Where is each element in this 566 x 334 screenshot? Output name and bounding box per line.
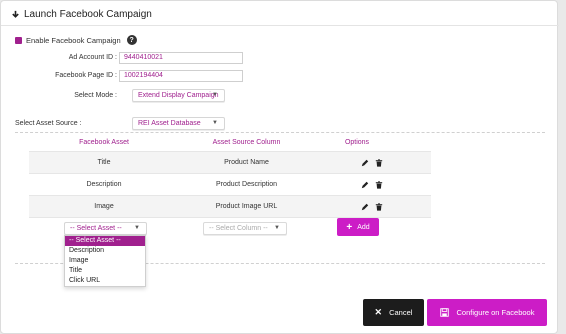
table-row: Description Product Description — [29, 173, 431, 195]
table-header-column: Asset Source Column — [212, 139, 281, 146]
panel-title: Launch Facebook Campaign — [24, 9, 152, 20]
save-icon — [439, 308, 449, 317]
row-actions — [342, 196, 402, 218]
enable-facebook-checkbox[interactable] — [15, 36, 22, 44]
trash-icon[interactable] — [375, 203, 383, 211]
dropdown-option[interactable]: Click URL — [65, 276, 145, 286]
asset-select-value: -- Select Asset -- — [70, 225, 122, 232]
plus-icon: + — [346, 221, 353, 233]
dropdown-option[interactable]: Description — [65, 246, 145, 256]
table-row: Image Product Image URL — [29, 195, 431, 217]
campaign-panel: Launch Facebook Campaign Enable Facebook… — [0, 0, 559, 334]
pencil-icon[interactable] — [361, 159, 369, 167]
asset-dropdown-menu: -- Select Asset -- Description Image Tit… — [64, 235, 146, 287]
column-select[interactable]: -- Select Column -- ▼ — [203, 222, 287, 235]
section-divider — [15, 132, 545, 133]
dropdown-option[interactable]: Title — [65, 266, 145, 276]
caret-down-icon: ▼ — [212, 92, 218, 98]
ad-account-input[interactable]: 9440410021 — [119, 52, 243, 64]
caret-down-icon: ▼ — [274, 225, 280, 231]
page-id-label: Facebook Page ID : — [55, 72, 117, 79]
caret-down-icon: ▼ — [134, 225, 140, 231]
asset-cell: Description — [86, 181, 122, 188]
cancel-button[interactable]: ✕ Cancel — [363, 299, 424, 326]
trash-icon[interactable] — [375, 159, 383, 167]
download-arrow-icon — [12, 10, 19, 18]
enable-facebook-label: Enable Facebook Campaign — [26, 35, 121, 45]
header-divider — [1, 25, 559, 26]
configure-facebook-label: Configure on Facebook — [456, 308, 535, 317]
asset-source-select[interactable]: REI Asset Database ▼ — [132, 117, 225, 130]
column-cell: Product Image URL — [215, 203, 278, 210]
row-actions — [342, 152, 402, 174]
enable-facebook-row: Enable Facebook Campaign ? — [15, 35, 137, 45]
trash-icon[interactable] — [375, 181, 383, 189]
page-id-input[interactable]: 1002194404 — [119, 70, 243, 82]
close-icon: ✕ — [374, 307, 383, 317]
mode-select[interactable]: Extend Display Campaign ▼ — [132, 89, 225, 102]
help-icon[interactable]: ? — [126, 35, 137, 45]
mode-select-value: Extend Display Campaign — [138, 92, 219, 99]
column-select-value: -- Select Column -- — [209, 225, 268, 232]
table-header-asset: Facebook Asset — [79, 139, 129, 146]
add-button[interactable]: + Add — [337, 218, 379, 236]
asset-select[interactable]: -- Select Asset -- ▼ — [64, 222, 147, 235]
column-cell: Product Description — [215, 181, 278, 188]
panel-header: Launch Facebook Campaign — [11, 9, 152, 20]
dropdown-option[interactable]: Image — [65, 256, 145, 266]
dropdown-option[interactable]: -- Select Asset -- — [65, 236, 145, 246]
pencil-icon[interactable] — [361, 203, 369, 211]
ad-account-label: Ad Account ID : — [68, 54, 117, 61]
select-mode-label: Select Mode : — [74, 92, 117, 99]
asset-cell: Image — [94, 203, 114, 210]
configure-facebook-button[interactable]: Configure on Facebook — [427, 299, 547, 326]
cancel-button-label: Cancel — [389, 308, 413, 317]
add-button-label: Add — [357, 223, 370, 231]
asset-cell: Title — [97, 159, 111, 166]
pencil-icon[interactable] — [361, 181, 369, 189]
caret-down-icon: ▼ — [212, 120, 218, 126]
table-header-options: Options — [344, 139, 370, 146]
row-actions — [342, 174, 402, 196]
asset-source-label: Select Asset Source : — [15, 120, 82, 127]
column-cell: Product Name — [224, 159, 269, 166]
table-row: Title Product Name — [29, 151, 431, 173]
asset-source-select-value: REI Asset Database — [138, 120, 201, 127]
